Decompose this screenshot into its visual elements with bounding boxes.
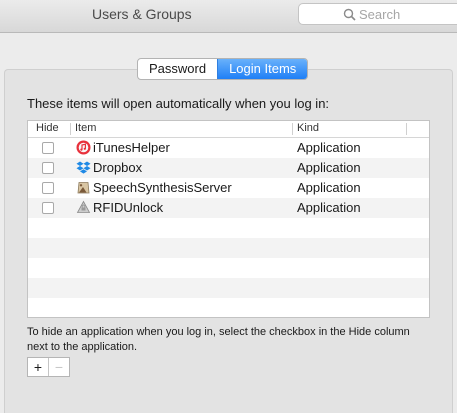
column-divider bbox=[406, 123, 407, 135]
app-name: SpeechSynthesisServer bbox=[93, 180, 232, 195]
add-login-item-button[interactable]: + bbox=[28, 358, 49, 376]
login-items-description: These items will open automatically when… bbox=[27, 96, 330, 111]
empty-row bbox=[28, 298, 429, 317]
help-text: To hide an application when you log in, … bbox=[27, 326, 410, 353]
app-name: Dropbox bbox=[93, 160, 143, 175]
tab-password[interactable]: Password bbox=[138, 59, 217, 79]
hide-checkbox[interactable] bbox=[42, 162, 54, 174]
app-kind: Application bbox=[297, 180, 361, 195]
app-name: iTunesHelper bbox=[93, 140, 170, 155]
column-header-kind[interactable]: Kind bbox=[297, 122, 319, 134]
search-input[interactable] bbox=[359, 6, 457, 22]
app-kind: Application bbox=[297, 200, 361, 215]
dropbox-icon bbox=[76, 161, 91, 174]
column-divider bbox=[292, 123, 293, 135]
app-kind: Application bbox=[297, 160, 361, 175]
hide-checkbox[interactable] bbox=[42, 182, 54, 194]
column-header-hide[interactable]: Hide bbox=[36, 122, 59, 134]
tab-login-items[interactable]: Login Items bbox=[217, 59, 308, 79]
empty-row bbox=[28, 238, 429, 258]
table-row[interactable]: iTunesHelper Application bbox=[28, 138, 429, 158]
table-row[interactable]: SpeechSynthesisServer Application bbox=[28, 178, 429, 198]
empty-row bbox=[28, 218, 429, 238]
table-header: Hide Item Kind bbox=[28, 121, 429, 138]
column-header-item[interactable]: Item bbox=[75, 122, 96, 134]
empty-row bbox=[28, 278, 429, 298]
app-kind: Application bbox=[297, 140, 361, 155]
window-title: Users & Groups bbox=[92, 6, 192, 22]
tab-bar: Password Login Items bbox=[137, 58, 309, 80]
table-row[interactable]: RFIDUnlock Application bbox=[28, 198, 429, 218]
rfidunlock-icon bbox=[76, 200, 91, 213]
remove-login-item-button[interactable]: − bbox=[49, 358, 69, 376]
titlebar: Users & Groups bbox=[0, 0, 457, 33]
login-items-table: Hide Item Kind iTunesHelper Application … bbox=[27, 120, 430, 318]
itunes-icon bbox=[76, 140, 91, 155]
empty-row bbox=[28, 258, 429, 278]
hide-checkbox[interactable] bbox=[42, 142, 54, 154]
search-icon bbox=[343, 8, 356, 21]
speech-synthesis-icon bbox=[77, 182, 90, 194]
app-name: RFIDUnlock bbox=[93, 200, 164, 215]
column-divider bbox=[70, 123, 71, 135]
table-row[interactable]: Dropbox Application bbox=[28, 158, 429, 178]
add-remove-buttons: + − bbox=[27, 357, 70, 377]
hide-checkbox[interactable] bbox=[42, 202, 54, 214]
search-field[interactable] bbox=[298, 3, 457, 25]
